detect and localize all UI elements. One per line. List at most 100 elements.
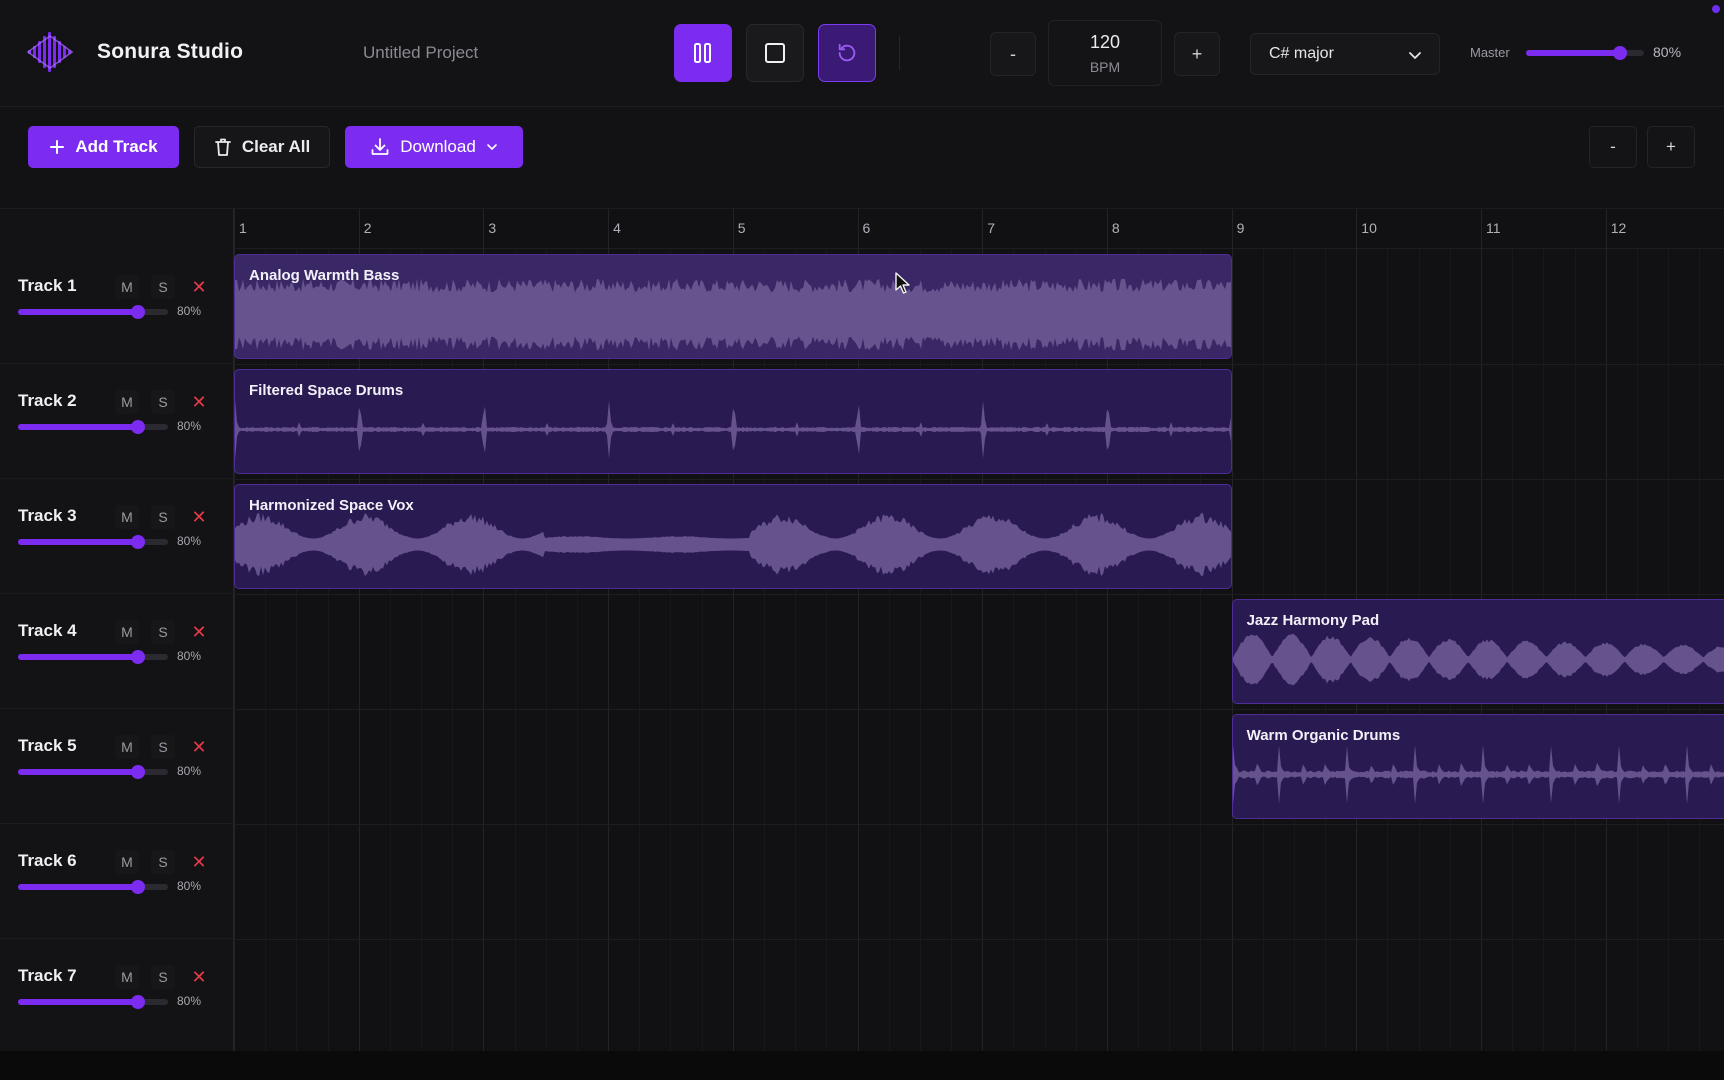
mute-button[interactable]: M: [115, 735, 139, 759]
bar-number: 7: [987, 220, 995, 236]
track-name[interactable]: Track 2: [18, 391, 77, 411]
track-row-divider: [234, 709, 1724, 710]
track-header[interactable]: Track 1 M S ✕ 80%: [0, 249, 234, 364]
solo-button[interactable]: S: [151, 850, 175, 874]
delete-track-button[interactable]: ✕: [187, 620, 211, 644]
track-volume-value: 80%: [177, 304, 202, 318]
bar-number: 12: [1610, 220, 1627, 236]
bar-number: 3: [488, 220, 497, 236]
bar-number: 8: [1111, 220, 1120, 236]
pause-button[interactable]: [674, 24, 732, 82]
track-volume-slider[interactable]: [18, 305, 168, 319]
track-volume-knob[interactable]: [131, 305, 145, 319]
track-volume-knob[interactable]: [131, 650, 145, 664]
download-button[interactable]: Download: [345, 126, 523, 168]
chevron-down-icon: [486, 144, 497, 151]
bpm-display[interactable]: 120 BPM: [1048, 20, 1162, 86]
clear-all-button[interactable]: Clear All: [194, 126, 330, 168]
pause-icon: [694, 43, 711, 63]
delete-track-button[interactable]: ✕: [187, 505, 211, 529]
solo-button[interactable]: S: [151, 390, 175, 414]
track-volume-knob[interactable]: [131, 995, 145, 1009]
track-name[interactable]: Track 3: [18, 506, 77, 526]
track-volume-slider[interactable]: [18, 535, 168, 549]
clip-name: Warm Organic Drums: [1246, 727, 1401, 744]
delete-track-button[interactable]: ✕: [187, 390, 211, 414]
track-volume-fill: [18, 309, 138, 315]
project-name[interactable]: Untitled Project: [363, 43, 478, 63]
track-volume-slider[interactable]: [18, 420, 168, 434]
audio-clip[interactable]: Jazz Harmony Pad: [1231, 599, 1724, 704]
track-volume-knob[interactable]: [131, 420, 145, 434]
track-volume-value: 80%: [177, 879, 202, 893]
loop-icon: [838, 43, 856, 62]
track-volume-knob[interactable]: [131, 765, 145, 779]
download-icon: [371, 138, 389, 155]
track-header[interactable]: Track 7 M S ✕ 80%: [0, 939, 234, 1054]
bar-number: 11: [1486, 220, 1501, 236]
timeline-ruler[interactable]: 1 2 3 4 5 6 7 8 9 10 11 12: [234, 209, 1724, 249]
solo-button[interactable]: S: [151, 965, 175, 989]
track-volume-fill: [18, 539, 138, 545]
audio-clip[interactable]: Analog Warmth Bass: [234, 254, 1232, 359]
solo-button[interactable]: S: [151, 620, 175, 644]
track-name[interactable]: Track 4: [18, 621, 77, 641]
track-volume-slider[interactable]: [18, 650, 168, 664]
audio-clip[interactable]: Harmonized Space Vox: [234, 484, 1232, 589]
track-volume-slider[interactable]: [18, 880, 168, 894]
track-header[interactable]: Track 6 M S ✕ 80%: [0, 824, 234, 939]
mute-button[interactable]: M: [115, 620, 139, 644]
clip-name: Filtered Space Drums: [249, 382, 404, 399]
track-row-divider: [234, 594, 1724, 595]
mute-button[interactable]: M: [115, 850, 139, 874]
track-volume-slider[interactable]: [18, 765, 168, 779]
zoom-in-button[interactable]: +: [1647, 126, 1695, 168]
track-header[interactable]: Track 5 M S ✕ 80%: [0, 709, 234, 824]
track-volume-slider[interactable]: [18, 995, 168, 1009]
mute-button[interactable]: M: [115, 505, 139, 529]
stop-button[interactable]: [746, 24, 804, 82]
loop-button[interactable]: [818, 24, 876, 82]
add-track-button[interactable]: Add Track: [28, 126, 179, 168]
mute-button[interactable]: M: [115, 965, 139, 989]
track-volume-value: 80%: [177, 419, 202, 433]
delete-track-button[interactable]: ✕: [187, 850, 211, 874]
zoom-out-button[interactable]: -: [1589, 126, 1637, 168]
track-header[interactable]: Track 4 M S ✕ 80%: [0, 594, 234, 709]
mute-button[interactable]: M: [115, 275, 139, 299]
solo-button[interactable]: S: [151, 275, 175, 299]
track-name[interactable]: Track 7: [18, 966, 77, 986]
bpm-decrease-button[interactable]: -: [990, 32, 1036, 76]
solo-button[interactable]: S: [151, 505, 175, 529]
track-volume-knob[interactable]: [131, 535, 145, 549]
track-row-divider: [234, 364, 1724, 365]
track-header[interactable]: Track 2 M S ✕ 80%: [0, 364, 234, 479]
key-select[interactable]: C# major: [1250, 33, 1440, 75]
delete-track-button[interactable]: ✕: [187, 965, 211, 989]
bar-number: 10: [1361, 220, 1377, 236]
arrangement-timeline[interactable]: 1 2 3 4 5 6 7 8 9 10 11 12 Analog Warmth Bass Filter…: [234, 209, 1724, 1051]
track-row-divider: [234, 479, 1724, 480]
track-name[interactable]: Track 1: [18, 276, 77, 296]
track-header[interactable]: Track 3 M S ✕ 80%: [0, 479, 234, 594]
bar-number: 4: [613, 220, 621, 236]
add-track-label: Add Track: [75, 137, 158, 156]
clip-name: Harmonized Space Vox: [249, 497, 414, 514]
delete-track-button[interactable]: ✕: [187, 275, 211, 299]
mouse-cursor-icon: [895, 272, 910, 294]
track-volume-knob[interactable]: [131, 880, 145, 894]
delete-track-button[interactable]: ✕: [187, 735, 211, 759]
track-name[interactable]: Track 6: [18, 851, 77, 871]
master-volume-value: 80%: [1653, 44, 1682, 60]
audio-clip[interactable]: Warm Organic Drums: [1231, 714, 1724, 819]
track-name[interactable]: Track 5: [18, 736, 77, 756]
mute-button[interactable]: M: [115, 390, 139, 414]
master-volume-knob[interactable]: [1613, 46, 1628, 60]
solo-button[interactable]: S: [151, 735, 175, 759]
bpm-increase-button[interactable]: +: [1174, 32, 1220, 76]
audio-clip[interactable]: Filtered Space Drums: [234, 369, 1232, 474]
bar-number: 9: [1236, 220, 1245, 236]
master-volume-slider[interactable]: [1526, 46, 1644, 60]
trash-icon: [214, 138, 231, 156]
track-volume-value: 80%: [177, 649, 202, 663]
